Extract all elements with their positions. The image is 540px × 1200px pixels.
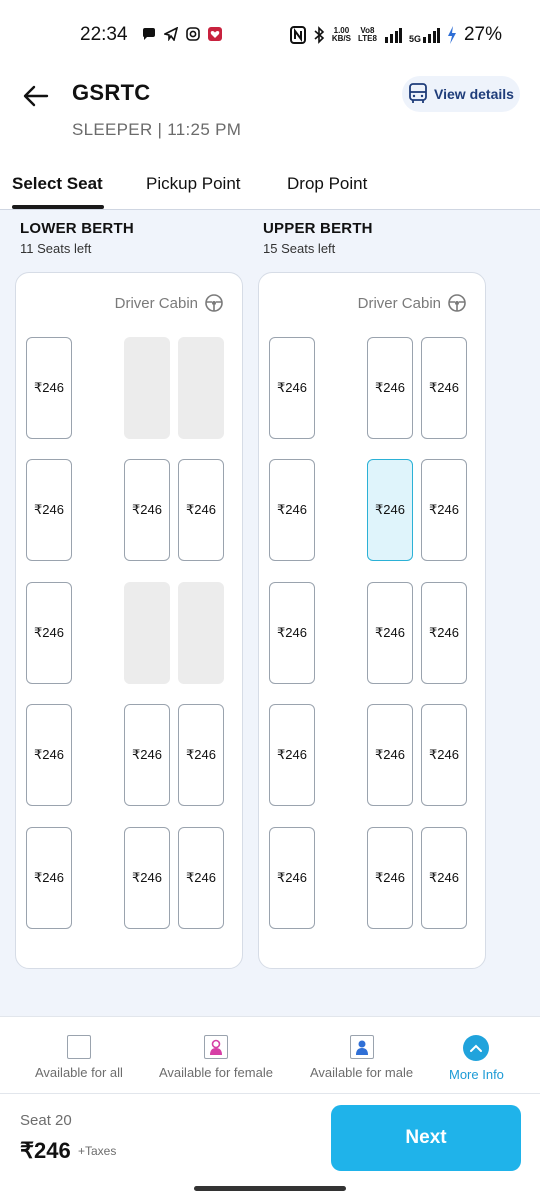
legend-available-female: Available for female [159, 1035, 273, 1080]
sleeper-seat[interactable]: ₹246 [421, 337, 467, 439]
legend-female-label: Available for female [159, 1065, 273, 1080]
sleeper-seat[interactable]: ₹246 [421, 704, 467, 806]
chat-icon [143, 28, 155, 40]
driver-cabin-label: Driver Cabin [357, 294, 441, 312]
booked-seat [178, 582, 224, 684]
sleeper-seat[interactable]: ₹246 [26, 827, 72, 929]
selected-seat-label: Seat 20 [20, 1112, 72, 1129]
male-seat-icon [349, 1035, 374, 1059]
tab-drop-point[interactable]: Drop Point [287, 174, 367, 194]
sleeper-seat[interactable]: ₹246 [421, 582, 467, 684]
booked-seat [124, 337, 170, 439]
instagram-icon [186, 27, 200, 41]
sleeper-seat[interactable]: ₹246 [269, 827, 315, 929]
upper-berth-title: UPPER BERTH [263, 220, 373, 237]
booked-seat [124, 582, 170, 684]
sleeper-seat[interactable]: ₹246 [124, 704, 170, 806]
header: GSRTC SLEEPER | 11:25 PM View details [0, 72, 540, 162]
sleeper-seat[interactable]: ₹246 [26, 337, 72, 439]
tab-bar: Select Seat Pickup Point Drop Point [0, 162, 540, 210]
tab-select-seat[interactable]: Select Seat [12, 174, 103, 194]
home-indicator [194, 1186, 346, 1191]
steering-wheel-icon [205, 294, 223, 312]
network-type: 5G [408, 34, 421, 44]
volte-bottom: LTE8 [357, 34, 377, 43]
driver-cabin: Driver Cabin [115, 293, 224, 313]
sleeper-seat[interactable]: ₹246 [367, 582, 413, 684]
sleeper-seat[interactable]: ₹246 [269, 704, 315, 806]
sleeper-seat[interactable]: ₹246 [269, 459, 315, 561]
sleeper-seat[interactable]: ₹246 [178, 827, 224, 929]
status-time: 22:34 [80, 24, 128, 45]
tab-pickup-point[interactable]: Pickup Point [146, 174, 241, 194]
bluetooth-icon [314, 26, 325, 44]
upper-berth-seats-left: 15 Seats left [263, 241, 336, 256]
sleeper-seat[interactable]: ₹246 [124, 459, 170, 561]
sleeper-seat[interactable]: ₹246 [367, 704, 413, 806]
net-speed: 1.00 KB/S [332, 27, 351, 43]
volte-indicator: Vo8 LTE8 [358, 27, 377, 43]
legend-available-male: Available for male [310, 1035, 413, 1080]
sleeper-seat[interactable]: ₹246 [178, 459, 224, 561]
available-all-swatch [66, 1035, 91, 1059]
sleeper-seat[interactable]: ₹246 [124, 827, 170, 929]
battery-level: 27% [463, 24, 502, 45]
sleeper-seat[interactable]: ₹246 [421, 459, 467, 561]
trip-subtitle: SLEEPER | 11:25 PM [72, 120, 242, 139]
booked-seat [178, 337, 224, 439]
sleeper-seat[interactable]: ₹246 [269, 337, 315, 439]
legend-available-all: Available for all [35, 1035, 123, 1080]
seat-legend: Available for all Available for female A… [0, 1016, 540, 1094]
legend-all-label: Available for all [35, 1065, 123, 1080]
signal-5g-icon [422, 28, 440, 43]
status-right: 1.00 KB/S Vo8 LTE8 5G 27% [289, 24, 502, 46]
driver-cabin: Driver Cabin [358, 293, 467, 313]
taxes-note: +Taxes [78, 1144, 117, 1158]
charging-icon [447, 26, 456, 44]
upper-berth-deck: Driver Cabin ₹246 ₹246 ₹246 ₹246 ₹246 ₹246 ₹24… [258, 272, 486, 969]
chevron-up-icon [463, 1035, 490, 1061]
bottom-bar: Seat 20 ₹246 +Taxes Next [0, 1094, 540, 1200]
app-heart-icon [208, 27, 222, 41]
signal-5g: 5G [408, 27, 440, 44]
back-arrow-icon[interactable] [20, 80, 52, 112]
net-speed-unit: KB/S [331, 34, 351, 43]
selected-seat[interactable]: ₹246 [367, 459, 413, 561]
sleeper-seat[interactable]: ₹246 [26, 582, 72, 684]
more-info-label: More Info [449, 1067, 504, 1082]
nfc-icon [289, 26, 306, 44]
sleeper-seat[interactable]: ₹246 [269, 582, 315, 684]
sleeper-seat[interactable]: ₹246 [26, 704, 72, 806]
bus-icon [409, 83, 427, 103]
view-details-label: View details [434, 86, 514, 102]
status-bar: 22:34 1.00 KB/S Vo8 LTE8 5G 27% [0, 0, 540, 72]
active-tab-indicator [12, 205, 104, 209]
total-price: ₹246 [20, 1138, 71, 1163]
sleeper-seat[interactable]: ₹246 [367, 827, 413, 929]
steering-wheel-icon [448, 294, 466, 312]
sleeper-seat[interactable]: ₹246 [26, 459, 72, 561]
view-details-button[interactable]: View details [402, 76, 520, 112]
sleeper-seat[interactable]: ₹246 [178, 704, 224, 806]
lower-berth-deck: Driver Cabin ₹246 ₹246 ₹246 ₹246 ₹246 ₹246 ₹24… [15, 272, 243, 969]
next-button[interactable]: Next [331, 1105, 521, 1171]
female-seat-icon [203, 1035, 228, 1059]
legend-male-label: Available for male [310, 1065, 414, 1080]
seat-layout-area: LOWER BERTH 11 Seats left UPPER BERTH 15… [0, 210, 540, 1016]
sleeper-seat[interactable]: ₹246 [367, 337, 413, 439]
telegram-icon [164, 27, 178, 41]
lower-berth-title: LOWER BERTH [20, 220, 134, 237]
notification-icons [142, 27, 222, 41]
lower-berth-seats-left: 11 Seats left [20, 241, 92, 256]
driver-cabin-label: Driver Cabin [114, 294, 198, 312]
sleeper-seat[interactable]: ₹246 [421, 827, 467, 929]
signal-icon [384, 28, 402, 43]
page-title: GSRTC [72, 80, 151, 105]
more-info-button[interactable]: More Info [449, 1035, 504, 1082]
